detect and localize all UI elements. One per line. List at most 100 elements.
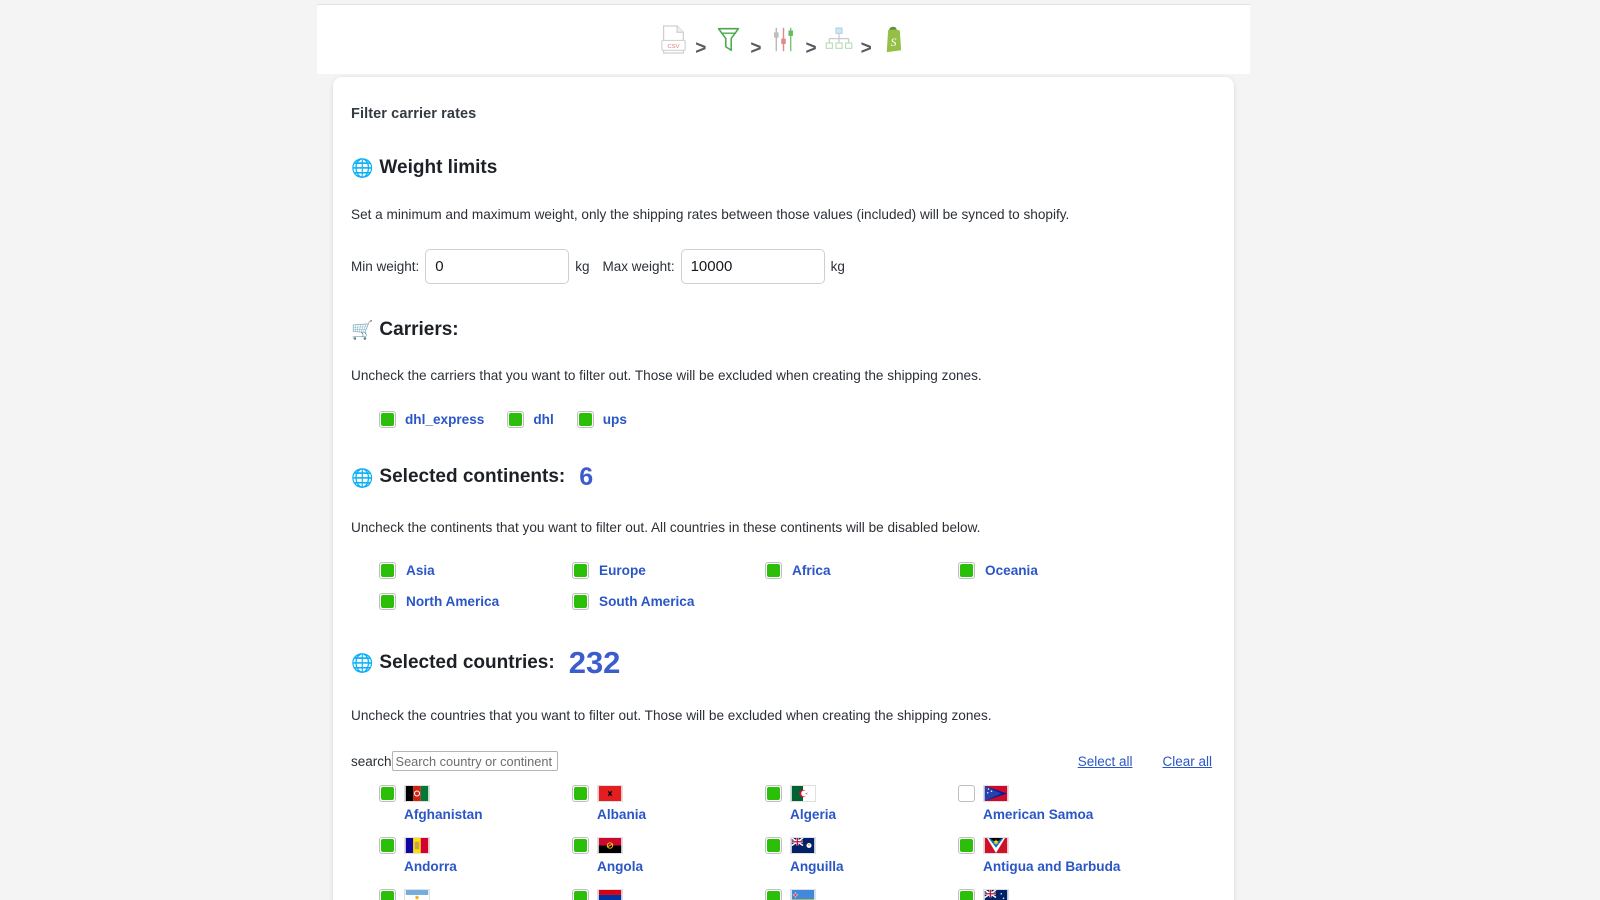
country-item[interactable]: Angola xyxy=(572,837,765,889)
continent-checkbox[interactable] xyxy=(379,593,396,611)
carrier-checkbox[interactable] xyxy=(507,411,525,429)
flag-icon-algeria xyxy=(790,785,816,803)
continent-item-oceania[interactable]: Oceania xyxy=(958,562,1151,580)
continent-label: South America xyxy=(599,594,695,610)
filter-funnel-icon[interactable] xyxy=(711,20,745,60)
flag-icon-aruba xyxy=(790,889,816,900)
country-label: Anguilla xyxy=(790,859,844,875)
continent-label: Oceania xyxy=(985,563,1038,579)
country-item[interactable]: Albania xyxy=(572,785,765,837)
country-checkbox[interactable] xyxy=(572,837,589,855)
country-item[interactable]: Argentina xyxy=(379,889,572,900)
globe-icon: 🌐 xyxy=(351,158,374,179)
country-item[interactable]: American Samoa xyxy=(958,785,1151,837)
continents-list: Asia Europe Africa Oceania North America… xyxy=(351,562,1216,611)
continents-heading: 🌐 Selected continents: 6 xyxy=(351,464,1216,492)
svg-text:S: S xyxy=(891,36,897,49)
continents-description: Uncheck the continents that you want to … xyxy=(351,519,981,535)
max-weight-input[interactable] xyxy=(680,248,825,284)
country-item[interactable]: Armenia xyxy=(572,889,765,900)
continent-item-europe[interactable]: Europe xyxy=(572,562,765,580)
country-item[interactable]: Aruba xyxy=(765,889,958,900)
country-checkbox[interactable] xyxy=(765,837,782,855)
breadcrumb-separator-3: > xyxy=(805,37,817,59)
flag-icon-american-samoa xyxy=(983,785,1009,803)
continent-label: North America xyxy=(406,594,500,610)
min-weight-unit: kg xyxy=(575,258,590,274)
continent-checkbox[interactable] xyxy=(379,562,396,580)
countries-list: Afghanistan Albania Algeria American Sam… xyxy=(351,785,1216,900)
globe-icon: 🌐 xyxy=(351,653,374,674)
search-label: search xyxy=(351,753,392,769)
country-checkbox[interactable] xyxy=(379,837,396,855)
country-item[interactable]: Antigua and Barbuda xyxy=(958,837,1151,889)
country-checkbox[interactable] xyxy=(572,785,589,803)
country-item[interactable]: Algeria xyxy=(765,785,958,837)
country-checkbox[interactable] xyxy=(379,889,396,900)
continent-checkbox[interactable] xyxy=(958,562,975,580)
country-item[interactable]: Australia xyxy=(958,889,1151,900)
country-item[interactable]: Andorra xyxy=(379,837,572,889)
continent-item-asia[interactable]: Asia xyxy=(379,562,572,580)
clear-all-link[interactable]: Clear all xyxy=(1162,754,1212,769)
flag-icon-armenia xyxy=(597,889,623,900)
continent-label: Asia xyxy=(406,563,435,579)
country-label: Afghanistan xyxy=(404,807,483,823)
continent-checkbox[interactable] xyxy=(572,562,589,580)
carriers-heading-text: Carriers: xyxy=(379,318,459,340)
breadcrumb-separator-4: > xyxy=(860,37,872,59)
country-item[interactable]: Anguilla xyxy=(765,837,958,889)
country-checkbox[interactable] xyxy=(958,889,975,900)
continent-item-north-america[interactable]: North America xyxy=(379,593,572,611)
carrier-checkbox[interactable] xyxy=(379,411,396,429)
breadcrumb-separator-2: > xyxy=(750,37,762,59)
flag-icon-angola xyxy=(597,837,623,855)
country-label: Algeria xyxy=(790,807,837,823)
carriers-heading: 🛒 Carriers: xyxy=(351,318,1216,341)
flag-icon-anguilla xyxy=(790,837,816,855)
flag-icon-afghanistan xyxy=(404,785,430,803)
select-all-link[interactable]: Select all xyxy=(1078,754,1133,769)
continent-item-south-america[interactable]: South America xyxy=(572,593,765,611)
weight-limits-heading-text: Weight limits xyxy=(379,157,498,178)
continent-checkbox[interactable] xyxy=(572,593,589,611)
weight-limits-heading: 🌐 Weight limits xyxy=(351,157,1216,179)
shopify-logo-icon[interactable]: S xyxy=(877,20,911,60)
min-weight-input[interactable] xyxy=(425,248,570,284)
continent-item-africa[interactable]: Africa xyxy=(765,562,958,580)
csv-file-icon[interactable]: CSV xyxy=(656,20,690,60)
continents-heading-text: Selected continents: xyxy=(379,466,566,488)
globe-icon: 🌐 xyxy=(351,467,374,488)
weight-limits-description: Set a minimum and maximum weight, only t… xyxy=(351,206,1070,222)
country-checkbox[interactable] xyxy=(765,785,782,803)
country-label: Angola xyxy=(597,859,644,875)
carrier-item[interactable]: dhl_express xyxy=(379,411,485,429)
country-item[interactable]: Afghanistan xyxy=(379,785,572,837)
country-checkbox[interactable] xyxy=(958,837,975,855)
search-input[interactable] xyxy=(391,751,558,772)
countries-description: Uncheck the countries that you want to f… xyxy=(351,708,992,724)
weight-inputs-row: Min weight: kg Max weight: kg xyxy=(351,248,1216,284)
country-checkbox[interactable] xyxy=(958,785,975,803)
carriers-section: 🛒 Carriers: Uncheck the carriers that yo… xyxy=(351,318,1216,429)
hand-truck-icon: 🛒 xyxy=(351,320,374,340)
max-weight-unit: kg xyxy=(830,258,845,274)
country-checkbox[interactable] xyxy=(572,889,589,900)
sliders-icon[interactable] xyxy=(767,20,801,60)
carrier-item[interactable]: ups xyxy=(576,411,627,429)
carrier-item[interactable]: dhl xyxy=(507,411,554,429)
continents-count: 6 xyxy=(579,463,594,492)
country-label: American Samoa xyxy=(983,807,1094,823)
carriers-list: dhl_express dhl ups xyxy=(351,411,1216,429)
hierarchy-tree-icon[interactable] xyxy=(822,20,856,60)
breadcrumb: CSV > > > > S xyxy=(656,20,910,60)
carrier-label: dhl_express xyxy=(405,412,485,428)
max-weight-label: Max weight: xyxy=(602,258,675,274)
country-search-row: search Select all Clear all xyxy=(351,751,1216,772)
weight-limits-section: 🌐 Weight limits Set a minimum and maximu… xyxy=(351,157,1216,284)
carrier-checkbox[interactable] xyxy=(576,411,594,429)
carrier-label: dhl xyxy=(533,412,554,428)
country-checkbox[interactable] xyxy=(379,785,396,803)
continent-checkbox[interactable] xyxy=(765,562,782,580)
country-checkbox[interactable] xyxy=(765,889,782,900)
